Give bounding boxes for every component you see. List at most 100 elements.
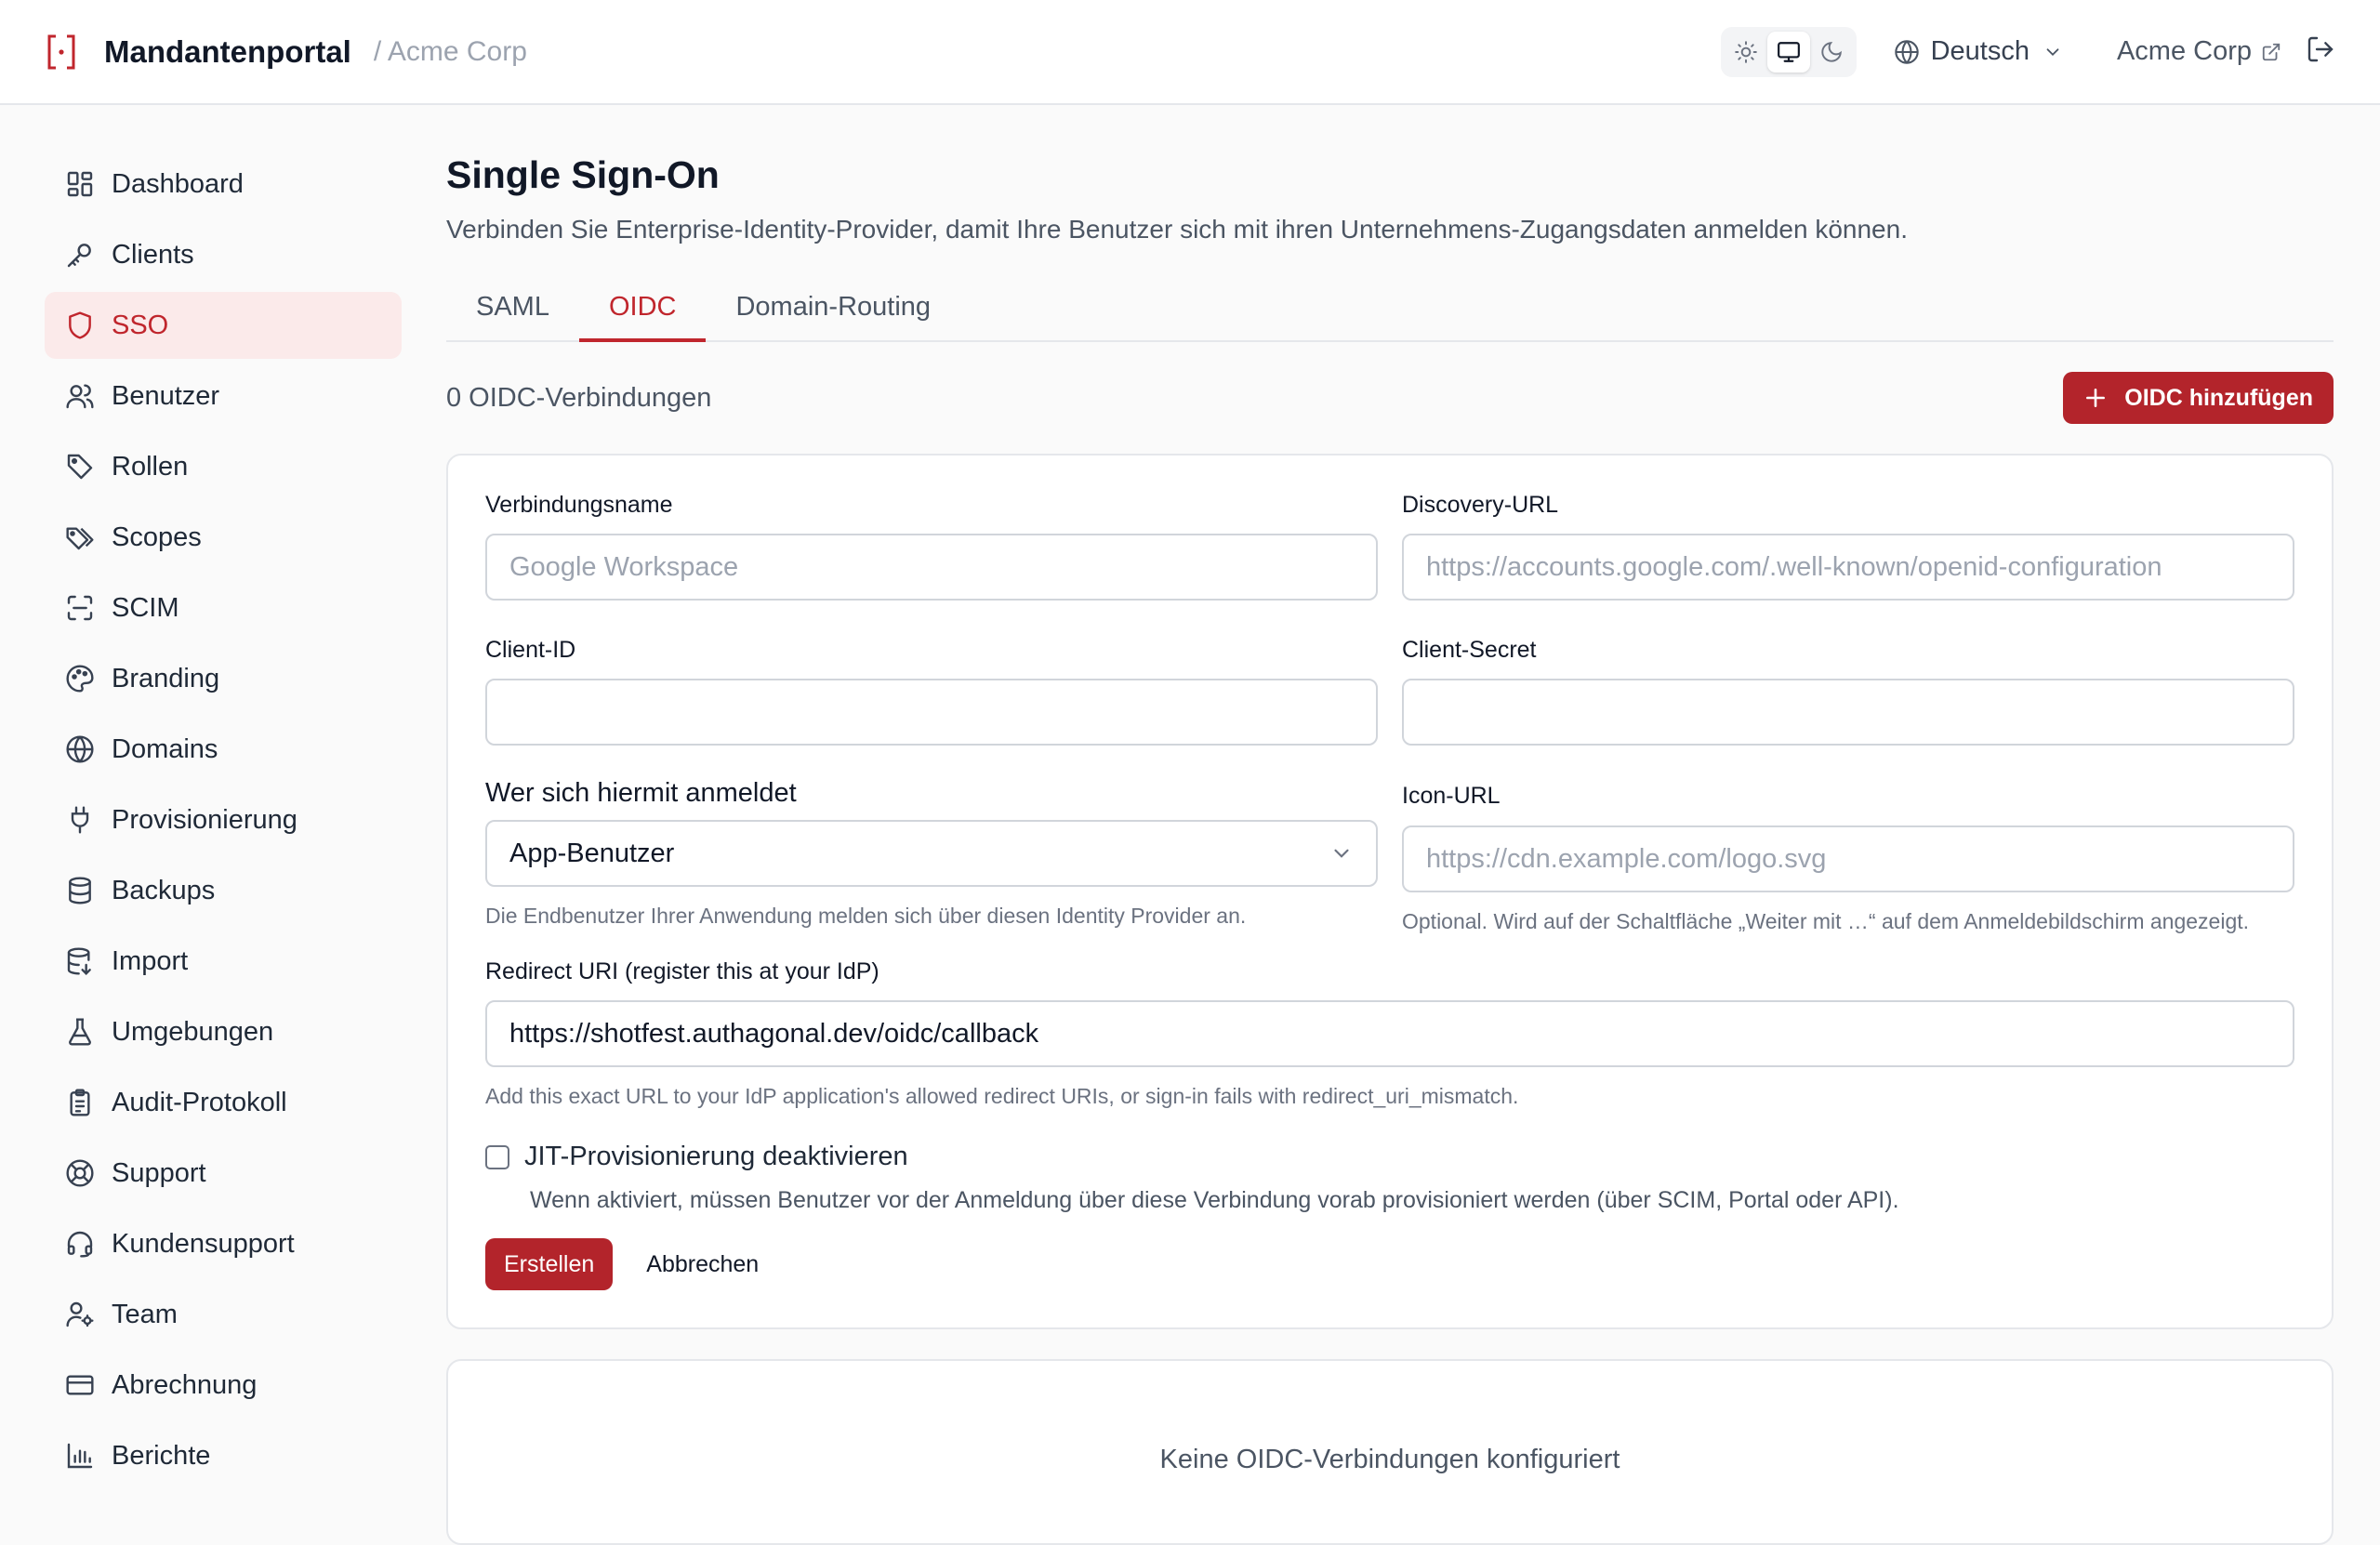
cancel-button[interactable]: Abbrechen: [646, 1251, 759, 1278]
redirect-uri-label: Redirect URI (register this at your IdP): [485, 958, 879, 984]
tenant-breadcrumb: / Acme Corp: [373, 35, 527, 67]
flask-icon: [69, 1018, 91, 1046]
add-oidc-button[interactable]: OIDC hinzufügen: [2063, 372, 2334, 424]
who-signs-in-label: Wer sich hiermit anmeldet: [485, 778, 797, 808]
sidebar-item-domains[interactable]: Domains: [45, 716, 402, 783]
clipboard-icon: [70, 1089, 90, 1116]
sidebar-item-rollen[interactable]: Rollen: [45, 433, 402, 500]
sidebar-item-label: Team: [112, 1299, 178, 1329]
sidebar-item-provisionierung[interactable]: Provisionierung: [45, 786, 402, 853]
key-icon: [67, 244, 91, 268]
sidebar-item-label: Berichte: [112, 1440, 211, 1471]
client-secret-input[interactable]: [1402, 679, 2294, 746]
icon-url-input[interactable]: https://cdn.example.com/logo.svg: [1402, 825, 2294, 892]
chevron-down-icon: [2046, 47, 2059, 56]
scan-icon: [67, 595, 93, 621]
sidebar-item-label: Umgebungen: [112, 1016, 274, 1047]
create-button[interactable]: Erstellen: [485, 1238, 614, 1290]
database-icon: [69, 877, 91, 905]
logout-button[interactable]: [2306, 34, 2335, 69]
main-content: Single Sign-On Verbinden Sie Enterprise-…: [446, 151, 2334, 1545]
sidebar-item-backups[interactable]: Backups: [45, 857, 402, 924]
top-bar: Mandantenportal / Acme Corp Deutsch Acme…: [0, 0, 2380, 105]
tab-bar: SAML OIDC Domain-Routing: [446, 275, 2334, 342]
connection-name-input[interactable]: Google Workspace: [485, 534, 1378, 601]
client-id-label: Client-ID: [485, 637, 576, 663]
globe-icon: [1894, 39, 1919, 64]
sidebar-item-berichte[interactable]: Berichte: [45, 1422, 402, 1489]
sidebar-item-label: Scopes: [112, 522, 202, 552]
tag-icon: [67, 454, 93, 480]
sidebar-item-label: Audit-Protokoll: [112, 1087, 287, 1117]
sidebar-item-label: Branding: [112, 663, 220, 693]
discovery-url-input[interactable]: https://accounts.google.com/.well-known/…: [1402, 534, 2294, 601]
app-logo-icon: [45, 33, 78, 72]
empty-state-text: Keine OIDC-Verbindungen konfiguriert: [1159, 1445, 1620, 1474]
sidebar-item-scim[interactable]: SCIM: [45, 574, 402, 641]
theme-dark-button[interactable]: [1810, 32, 1853, 73]
sidebar-item-label: Support: [112, 1157, 206, 1188]
sidebar-item-label: Dashboard: [112, 168, 244, 199]
user-cog-icon: [66, 1301, 94, 1327]
language-selector[interactable]: Deutsch: [1894, 36, 2074, 67]
sidebar-item-benutzer[interactable]: Benutzer: [45, 363, 402, 429]
sidebar-item-import[interactable]: Import: [45, 928, 402, 995]
icon-url-label: Icon-URL: [1402, 783, 1501, 809]
jit-disable-label[interactable]: JIT-Provisionierung deaktivieren: [524, 1142, 908, 1172]
tenant-external-link[interactable]: Acme Corp: [2117, 36, 2281, 67]
sidebar-item-label: Import: [112, 945, 189, 976]
headset-icon: [67, 1231, 93, 1258]
tenant-link-label: Acme Corp: [2116, 36, 2252, 66]
app-title[interactable]: Mandantenportal: [104, 34, 351, 70]
plug-icon: [71, 806, 89, 834]
page-title: Single Sign-On: [446, 153, 720, 196]
bar-chart-icon: [67, 1443, 93, 1469]
client-id-input[interactable]: [485, 679, 1378, 746]
discovery-url-label: Discovery-URL: [1402, 492, 1559, 518]
sidebar-item-label: Benutzer: [112, 380, 220, 411]
sidebar-item-abrechnung[interactable]: Abrechnung: [45, 1352, 402, 1419]
shield-icon: [69, 311, 91, 339]
theme-system-button[interactable]: [1766, 31, 1810, 73]
chevron-down-icon: [1334, 849, 1349, 858]
external-link-icon: [2262, 43, 2281, 60]
sidebar-item-branding[interactable]: Branding: [45, 645, 402, 712]
sidebar-item-sso[interactable]: SSO: [45, 292, 402, 359]
sidebar-item-support[interactable]: Support: [45, 1140, 402, 1207]
sun-icon: [1734, 40, 1757, 63]
who-signs-in-help: Die Endbenutzer Ihrer Anwendung melden s…: [485, 904, 1247, 928]
tab-domain-routing[interactable]: Domain-Routing: [706, 275, 960, 342]
page-subtitle: Verbinden Sie Enterprise-Identity-Provid…: [446, 215, 1908, 244]
sidebar-item-label: Clients: [112, 239, 194, 270]
tab-oidc[interactable]: OIDC: [578, 275, 707, 342]
theme-light-button[interactable]: [1725, 32, 1767, 73]
sidebar-item-scopes[interactable]: Scopes: [45, 504, 402, 571]
sidebar-item-label: Kundensupport: [112, 1228, 295, 1259]
jit-disable-help: Wenn aktiviert, müssen Benutzer vor der …: [530, 1187, 1899, 1213]
add-oidc-label: OIDC hinzufügen: [2124, 384, 2313, 411]
globe-icon: [66, 735, 94, 763]
who-signs-in-value: App-Benutzer: [509, 838, 675, 868]
sidebar-item-label: SCIM: [112, 592, 179, 623]
sidebar-item-label: SSO: [112, 310, 169, 340]
sidebar-item-label: Rollen: [112, 451, 189, 482]
who-signs-in-select[interactable]: App-Benutzer: [485, 820, 1378, 887]
sidebar-item-clients[interactable]: Clients: [45, 221, 402, 288]
sidebar-item-team[interactable]: Team: [45, 1281, 402, 1348]
sidebar-item-label: Backups: [112, 875, 216, 905]
redirect-uri-input[interactable]: https://shotfest.authagonal.dev/oidc/cal…: [485, 1000, 2294, 1067]
sidebar-item-umgebungen[interactable]: Umgebungen: [45, 998, 402, 1065]
sidebar-item-label: Provisionierung: [112, 804, 298, 835]
empty-state-card: Keine OIDC-Verbindungen konfiguriert: [446, 1359, 2334, 1545]
sidebar-item-kundensupport[interactable]: Kundensupport: [45, 1210, 402, 1277]
connection-count: 0 OIDC-Verbindungen: [446, 382, 712, 413]
tags-icon: [66, 527, 94, 550]
monitor-icon: [1777, 41, 1800, 62]
dashboard-icon: [67, 171, 93, 197]
jit-disable-checkbox[interactable]: [485, 1144, 509, 1169]
sidebar-item-audit-protokoll[interactable]: Audit-Protokoll: [45, 1069, 402, 1136]
tab-saml[interactable]: SAML: [446, 275, 579, 342]
sidebar-item-dashboard[interactable]: Dashboard: [45, 151, 402, 218]
connection-name-label: Verbindungsname: [485, 492, 673, 518]
credit-card-icon: [66, 1375, 94, 1395]
